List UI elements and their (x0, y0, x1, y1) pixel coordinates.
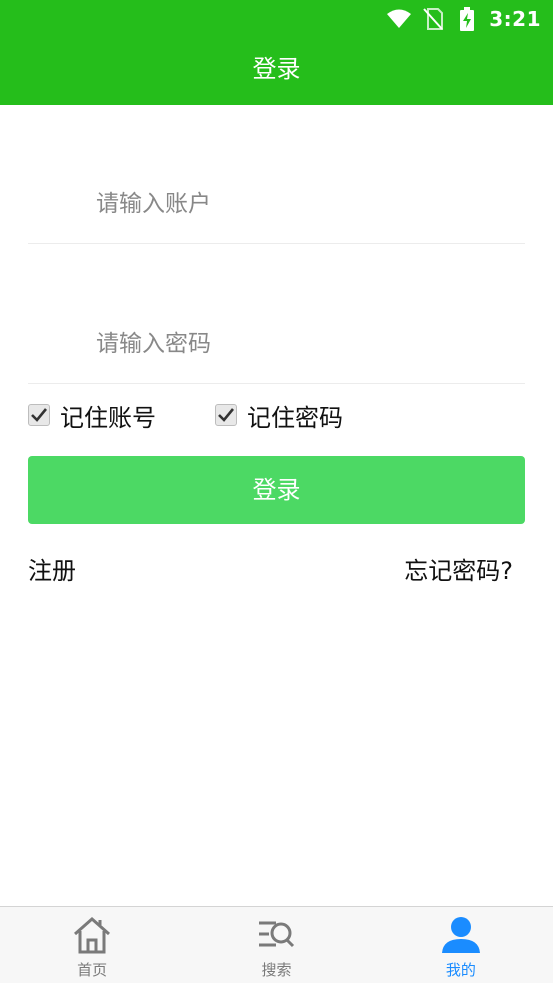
account-input[interactable] (96, 176, 516, 232)
password-field (28, 316, 525, 384)
tab-home-label: 首页 (77, 961, 108, 979)
remember-account-checkbox[interactable] (28, 404, 50, 426)
register-link[interactable]: 注册 (28, 552, 76, 590)
home-icon (70, 913, 114, 957)
user-icon (439, 913, 483, 957)
search-icon (254, 913, 298, 957)
tab-mine[interactable]: 我的 (369, 907, 553, 983)
tab-mine-label: 我的 (445, 961, 476, 979)
app-header: 3:21 登录 (0, 0, 553, 105)
bottom-tab-bar: 首页 搜索 我的 (0, 906, 553, 983)
remember-password-label: 记住密码 (247, 403, 343, 432)
tab-search[interactable]: 搜索 (184, 907, 368, 983)
tab-search-label: 搜索 (261, 961, 292, 979)
remember-account-label: 记住账号 (60, 403, 156, 432)
password-input[interactable] (96, 316, 516, 372)
remember-account-option[interactable]: 记住账号 (28, 396, 156, 434)
wifi-icon (387, 7, 412, 31)
no-sim-icon (421, 7, 445, 31)
status-bar: 3:21 (0, 0, 553, 38)
remember-password-checkbox[interactable] (215, 404, 237, 426)
login-button[interactable]: 登录 (28, 456, 525, 524)
battery-charging-icon (455, 7, 479, 31)
status-time: 3:21 (489, 7, 541, 31)
forgot-password-link[interactable]: 忘记密码? (404, 552, 513, 590)
remember-password-option[interactable]: 记住密码 (215, 396, 343, 434)
page-title: 登录 (252, 55, 301, 83)
account-field (28, 176, 525, 244)
tab-home[interactable]: 首页 (0, 907, 184, 983)
